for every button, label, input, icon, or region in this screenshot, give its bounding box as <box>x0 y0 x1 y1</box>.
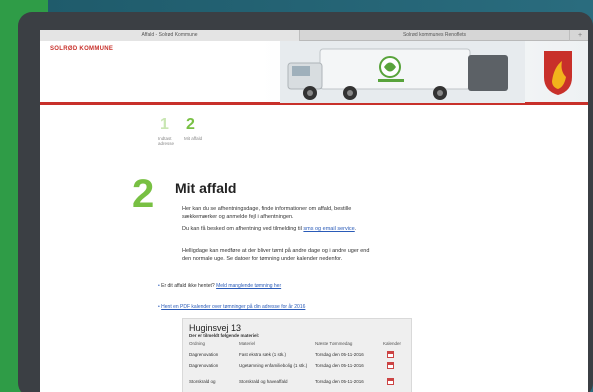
notify-text: Du kan få besked om afhentning ved tilme… <box>182 226 372 234</box>
next-date-cell: Torsdag den 05-11-2016 <box>315 379 364 384</box>
step-2-label: Mit affald <box>184 136 203 141</box>
new-tab-button[interactable]: + <box>572 30 588 41</box>
page-title: Mit affald <box>175 180 237 196</box>
site-banner: SOLRØD KOMMUNE <box>40 41 588 105</box>
materiel-cell: Fast ekstra sæk (1 stk.) <box>239 352 287 357</box>
ordning-cell: Dagrenovation <box>189 352 219 357</box>
table-subtitle: Der er tilmeldt følgende materiel: <box>189 333 260 338</box>
ordning-cell: Storskrald og <box>189 379 216 384</box>
materiel-cell: Ugetømning enfamiliebolig (1 stk.) <box>239 363 308 368</box>
pdf-calendar-link[interactable]: Hent en PDF kalender over tømninger på d… <box>161 304 305 310</box>
report-missed-pickup-link[interactable]: Meld manglende tømning her <box>216 283 281 289</box>
column-header: Ordning <box>189 341 206 346</box>
collection-table: Huginsvej 13 Der er tilmeldt følgende ma… <box>182 318 412 392</box>
tab-bar: Affald - Solrød Kommune Solrød kommunes … <box>40 30 588 41</box>
notify-prefix: Du kan få besked om afhentning ved tilme… <box>182 226 304 232</box>
column-header: Kalender <box>383 341 402 346</box>
column-header: Næste Tømmedag <box>315 341 353 346</box>
missed-pickup-item: • Er dit affald ikke hentet? Meld mangle… <box>158 283 282 289</box>
notify-suffix: . <box>354 226 357 232</box>
municipality-crest-icon <box>544 51 572 95</box>
browser-tab[interactable]: Solrød kommunes Renoflets <box>300 30 570 41</box>
intro-text: Her kan du se afhentningsdage, finde inf… <box>182 206 352 220</box>
calendar-icon[interactable] <box>387 362 394 369</box>
browser-window: Affald - Solrød Kommune Solrød kommunes … <box>40 30 588 392</box>
missed-pickup-prefix: Er dit affald ikke hentet? <box>161 283 217 289</box>
calendar-icon[interactable] <box>387 378 394 385</box>
ordning-cell: Dagrenovation <box>189 363 219 368</box>
step-1-label[interactable]: Indtast adresse <box>158 136 180 146</box>
next-date-cell: Torsdag den 05-11-2016 <box>315 352 364 357</box>
browser-tab-active[interactable]: Affald - Solrød Kommune <box>40 30 300 41</box>
pdf-calendar-item: • Hent en PDF kalender over tømninger på… <box>158 304 306 310</box>
step-2-number: 2 <box>186 116 195 133</box>
step-1-number[interactable]: 1 <box>160 116 169 134</box>
current-step-number: 2 <box>132 172 155 216</box>
site-logo[interactable]: SOLRØD KOMMUNE <box>50 46 113 52</box>
table-address: Huginsvej 13 <box>189 323 242 333</box>
calendar-icon[interactable] <box>387 351 394 358</box>
progress-steps: 1 Indtast adresse 2 Mit affald <box>158 116 278 156</box>
materiel-cell: Storskrald og haveaffald <box>239 379 288 384</box>
garbage-truck-image <box>280 41 525 103</box>
sms-email-service-link[interactable]: sms og email service <box>303 226 354 232</box>
column-header: Materiel <box>239 341 256 346</box>
next-date-cell: Torsdag den 05-11-2016 <box>315 363 364 368</box>
holiday-note: Helligdage kan medføre at der bliver tøm… <box>182 248 370 262</box>
